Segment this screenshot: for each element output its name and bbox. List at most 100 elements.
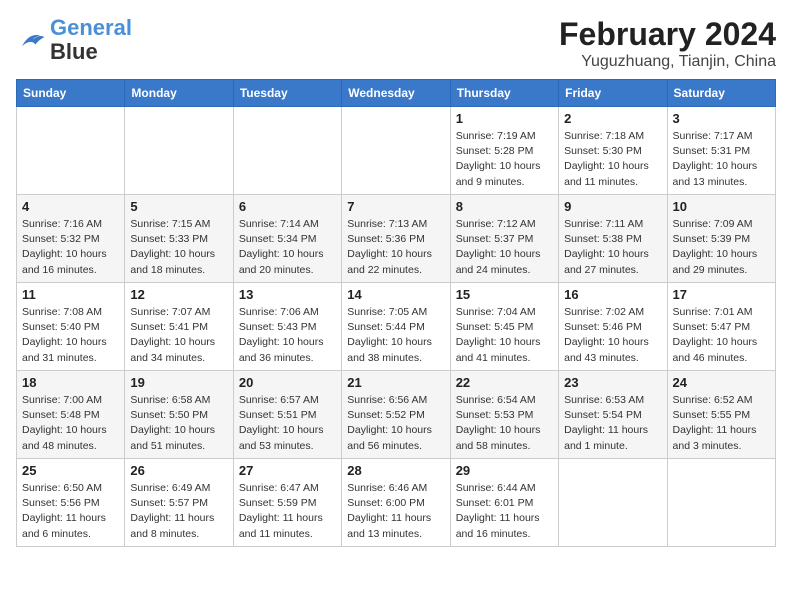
day-number: 3 <box>673 111 770 126</box>
location: Yuguzhuang, Tianjin, China <box>559 53 776 71</box>
calendar-body: 1 Sunrise: 7:19 AM Sunset: 5:28 PM Daylig… <box>17 107 776 547</box>
calendar-cell: 24 Sunrise: 6:52 AM Sunset: 5:55 PM Dayli… <box>667 371 775 459</box>
day-info: Sunrise: 6:46 AM Sunset: 6:00 PM Dayligh… <box>347 481 444 542</box>
day-number: 11 <box>22 287 119 302</box>
calendar-week-2: 4 Sunrise: 7:16 AM Sunset: 5:32 PM Daylig… <box>17 195 776 283</box>
day-info: Sunrise: 6:56 AM Sunset: 5:52 PM Dayligh… <box>347 393 444 454</box>
day-number: 4 <box>22 199 119 214</box>
calendar-cell: 11 Sunrise: 7:08 AM Sunset: 5:40 PM Dayli… <box>17 283 125 371</box>
calendar-cell: 22 Sunrise: 6:54 AM Sunset: 5:53 PM Dayli… <box>450 371 558 459</box>
calendar-cell: 21Sunrise: 6:56 AM Sunset: 5:52 PM Dayli… <box>342 371 450 459</box>
calendar-cell: 19Sunrise: 6:58 AM Sunset: 5:50 PM Dayli… <box>125 371 233 459</box>
day-number: 10 <box>673 199 770 214</box>
calendar-cell: 5 Sunrise: 7:15 AM Sunset: 5:33 PM Daylig… <box>125 195 233 283</box>
day-number: 26 <box>130 463 227 478</box>
calendar-cell <box>559 459 667 547</box>
logo-bird-icon <box>16 25 46 55</box>
day-info: Sunrise: 7:04 AM Sunset: 5:45 PM Dayligh… <box>456 305 553 366</box>
day-info: Sunrise: 6:57 AM Sunset: 5:51 PM Dayligh… <box>239 393 336 454</box>
day-info: Sunrise: 7:06 AM Sunset: 5:43 PM Dayligh… <box>239 305 336 366</box>
calendar-week-1: 1 Sunrise: 7:19 AM Sunset: 5:28 PM Daylig… <box>17 107 776 195</box>
calendar-cell: 10 Sunrise: 7:09 AM Sunset: 5:39 PM Dayli… <box>667 195 775 283</box>
month-title: February 2024 <box>559 16 776 53</box>
day-info: Sunrise: 7:09 AM Sunset: 5:39 PM Dayligh… <box>673 217 770 278</box>
day-number: 27 <box>239 463 336 478</box>
calendar-week-3: 11 Sunrise: 7:08 AM Sunset: 5:40 PM Dayli… <box>17 283 776 371</box>
day-number: 19 <box>130 375 227 390</box>
day-info: Sunrise: 7:16 AM Sunset: 5:32 PM Dayligh… <box>22 217 119 278</box>
calendar-cell: 25 Sunrise: 6:50 AM Sunset: 5:56 PM Dayli… <box>17 459 125 547</box>
day-info: Sunrise: 6:52 AM Sunset: 5:55 PM Dayligh… <box>673 393 770 454</box>
weekday-header-tuesday: Tuesday <box>233 80 341 107</box>
day-number: 23 <box>564 375 661 390</box>
day-info: Sunrise: 7:01 AM Sunset: 5:47 PM Dayligh… <box>673 305 770 366</box>
calendar-cell: 13 Sunrise: 7:06 AM Sunset: 5:43 PM Dayli… <box>233 283 341 371</box>
day-info: Sunrise: 6:50 AM Sunset: 5:56 PM Dayligh… <box>22 481 119 542</box>
day-number: 2 <box>564 111 661 126</box>
day-number: 29 <box>456 463 553 478</box>
title-block: February 2024 Yuguzhuang, Tianjin, China <box>559 16 776 71</box>
calendar-cell: 2 Sunrise: 7:18 AM Sunset: 5:30 PM Daylig… <box>559 107 667 195</box>
day-number: 13 <box>239 287 336 302</box>
weekday-header-friday: Friday <box>559 80 667 107</box>
weekday-header-saturday: Saturday <box>667 80 775 107</box>
day-number: 18 <box>22 375 119 390</box>
day-info: Sunrise: 7:12 AM Sunset: 5:37 PM Dayligh… <box>456 217 553 278</box>
day-info: Sunrise: 7:15 AM Sunset: 5:33 PM Dayligh… <box>130 217 227 278</box>
weekday-header-wednesday: Wednesday <box>342 80 450 107</box>
day-info: Sunrise: 7:05 AM Sunset: 5:44 PM Dayligh… <box>347 305 444 366</box>
day-info: Sunrise: 7:02 AM Sunset: 5:46 PM Dayligh… <box>564 305 661 366</box>
logo: General Blue <box>16 16 132 64</box>
calendar-cell: 17 Sunrise: 7:01 AM Sunset: 5:47 PM Dayli… <box>667 283 775 371</box>
calendar-cell: 27 Sunrise: 6:47 AM Sunset: 5:59 PM Dayli… <box>233 459 341 547</box>
calendar-cell: 1 Sunrise: 7:19 AM Sunset: 5:28 PM Daylig… <box>450 107 558 195</box>
day-info: Sunrise: 6:54 AM Sunset: 5:53 PM Dayligh… <box>456 393 553 454</box>
calendar-cell: 7Sunrise: 7:13 AM Sunset: 5:36 PM Daylig… <box>342 195 450 283</box>
day-number: 16 <box>564 287 661 302</box>
calendar-cell: 6Sunrise: 7:14 AM Sunset: 5:34 PM Daylig… <box>233 195 341 283</box>
calendar-cell: 8 Sunrise: 7:12 AM Sunset: 5:37 PM Daylig… <box>450 195 558 283</box>
calendar-cell: 28Sunrise: 6:46 AM Sunset: 6:00 PM Dayli… <box>342 459 450 547</box>
day-number: 22 <box>456 375 553 390</box>
calendar-cell <box>17 107 125 195</box>
day-info: Sunrise: 6:53 AM Sunset: 5:54 PM Dayligh… <box>564 393 661 454</box>
calendar-cell: 15Sunrise: 7:04 AM Sunset: 5:45 PM Dayli… <box>450 283 558 371</box>
weekday-header-thursday: Thursday <box>450 80 558 107</box>
day-info: Sunrise: 7:08 AM Sunset: 5:40 PM Dayligh… <box>22 305 119 366</box>
calendar-cell: 4 Sunrise: 7:16 AM Sunset: 5:32 PM Daylig… <box>17 195 125 283</box>
calendar-cell: 3Sunrise: 7:17 AM Sunset: 5:31 PM Daylig… <box>667 107 775 195</box>
day-info: Sunrise: 6:47 AM Sunset: 5:59 PM Dayligh… <box>239 481 336 542</box>
day-number: 12 <box>130 287 227 302</box>
day-number: 8 <box>456 199 553 214</box>
calendar-cell: 23 Sunrise: 6:53 AM Sunset: 5:54 PM Dayli… <box>559 371 667 459</box>
day-info: Sunrise: 7:07 AM Sunset: 5:41 PM Dayligh… <box>130 305 227 366</box>
calendar-cell <box>667 459 775 547</box>
day-info: Sunrise: 7:13 AM Sunset: 5:36 PM Dayligh… <box>347 217 444 278</box>
weekday-header-sunday: Sunday <box>17 80 125 107</box>
day-info: Sunrise: 7:00 AM Sunset: 5:48 PM Dayligh… <box>22 393 119 454</box>
calendar-cell <box>233 107 341 195</box>
day-info: Sunrise: 7:18 AM Sunset: 5:30 PM Dayligh… <box>564 129 661 190</box>
day-info: Sunrise: 7:14 AM Sunset: 5:34 PM Dayligh… <box>239 217 336 278</box>
day-info: Sunrise: 6:49 AM Sunset: 5:57 PM Dayligh… <box>130 481 227 542</box>
calendar-cell: 20 Sunrise: 6:57 AM Sunset: 5:51 PM Dayli… <box>233 371 341 459</box>
day-number: 25 <box>22 463 119 478</box>
day-number: 5 <box>130 199 227 214</box>
day-number: 9 <box>564 199 661 214</box>
calendar-cell: 12 Sunrise: 7:07 AM Sunset: 5:41 PM Dayli… <box>125 283 233 371</box>
logo-text: General Blue <box>50 16 132 64</box>
weekday-header-monday: Monday <box>125 80 233 107</box>
day-number: 20 <box>239 375 336 390</box>
weekday-header-row: SundayMondayTuesdayWednesdayThursdayFrid… <box>17 80 776 107</box>
calendar-cell: 18 Sunrise: 7:00 AM Sunset: 5:48 PM Dayli… <box>17 371 125 459</box>
calendar-cell <box>125 107 233 195</box>
calendar-table: SundayMondayTuesdayWednesdayThursdayFrid… <box>16 79 776 547</box>
calendar-header: SundayMondayTuesdayWednesdayThursdayFrid… <box>17 80 776 107</box>
day-info: Sunrise: 7:11 AM Sunset: 5:38 PM Dayligh… <box>564 217 661 278</box>
day-number: 24 <box>673 375 770 390</box>
day-number: 17 <box>673 287 770 302</box>
calendar-cell: 14Sunrise: 7:05 AM Sunset: 5:44 PM Dayli… <box>342 283 450 371</box>
day-info: Sunrise: 6:44 AM Sunset: 6:01 PM Dayligh… <box>456 481 553 542</box>
day-info: Sunrise: 7:19 AM Sunset: 5:28 PM Dayligh… <box>456 129 553 190</box>
day-number: 1 <box>456 111 553 126</box>
